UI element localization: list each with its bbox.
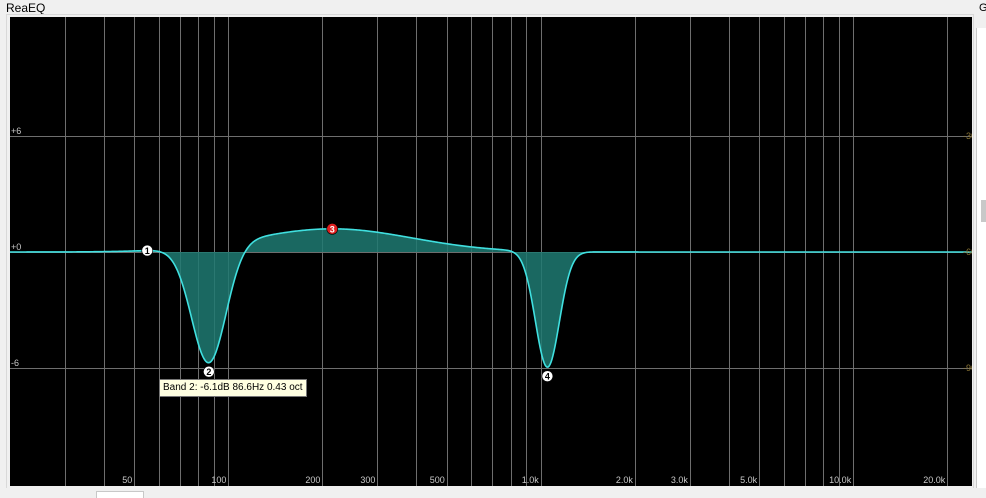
eq-graph-canvas[interactable]: +6 +0 -6 -30 -60 -90 50 100 200 300 500 1.0k 2.0k 3.0… xyxy=(10,17,972,486)
gain-label-right: -30 xyxy=(963,131,972,141)
gain-label: +6 xyxy=(11,126,21,136)
gain-label: -6 xyxy=(11,358,19,368)
eq-graph[interactable]: +6 +0 -6 -30 -60 -90 50 100 200 300 500 1.0k 2.0k 3.0… xyxy=(10,17,972,486)
freq-label: 100 xyxy=(211,475,226,485)
freq-label: 2.0k xyxy=(616,475,634,485)
band-tooltip: Band 2: -6.1dB 86.6Hz 0.43 oct xyxy=(159,379,307,397)
band-node-3[interactable]: 3 xyxy=(326,223,339,235)
gain-label: +0 xyxy=(11,242,21,252)
response-curve xyxy=(10,228,972,368)
gain-label-right: -90 xyxy=(963,363,972,373)
bottom-tab-bar xyxy=(0,488,986,497)
gain-label-right: -60 xyxy=(963,247,972,257)
freq-label: 300 xyxy=(360,475,375,485)
response-curve-layer xyxy=(10,228,972,368)
freq-label: 200 xyxy=(305,475,320,485)
freq-label: 5.0k xyxy=(740,475,758,485)
freq-label: 50 xyxy=(122,475,132,485)
side-panel-scroll-handle[interactable] xyxy=(981,200,986,222)
window-title: ReaEQ xyxy=(6,1,46,15)
band-node-2[interactable]: 2 xyxy=(203,365,215,378)
axis-labels: +6 +0 -6 -30 -60 -90 50 100 200 300 500 1.0k 2.0k 3.0… xyxy=(11,126,972,485)
freq-label: 3.0k xyxy=(671,475,689,485)
side-panel-label: G xyxy=(979,2,986,14)
band-node-label: 2 xyxy=(206,367,211,377)
band-node-1[interactable]: 1 xyxy=(141,244,154,257)
band-node-4[interactable]: 4 xyxy=(541,370,554,382)
band-node-label: 3 xyxy=(330,224,335,234)
band-node-label: 1 xyxy=(145,246,150,256)
freq-label: 500 xyxy=(430,475,445,485)
freq-label: 10.0k xyxy=(829,475,852,485)
freq-label: 1.0k xyxy=(522,475,540,485)
freq-label: 20.0k xyxy=(923,475,946,485)
side-panel-list[interactable] xyxy=(976,28,986,497)
band-node-label: 4 xyxy=(545,372,550,382)
